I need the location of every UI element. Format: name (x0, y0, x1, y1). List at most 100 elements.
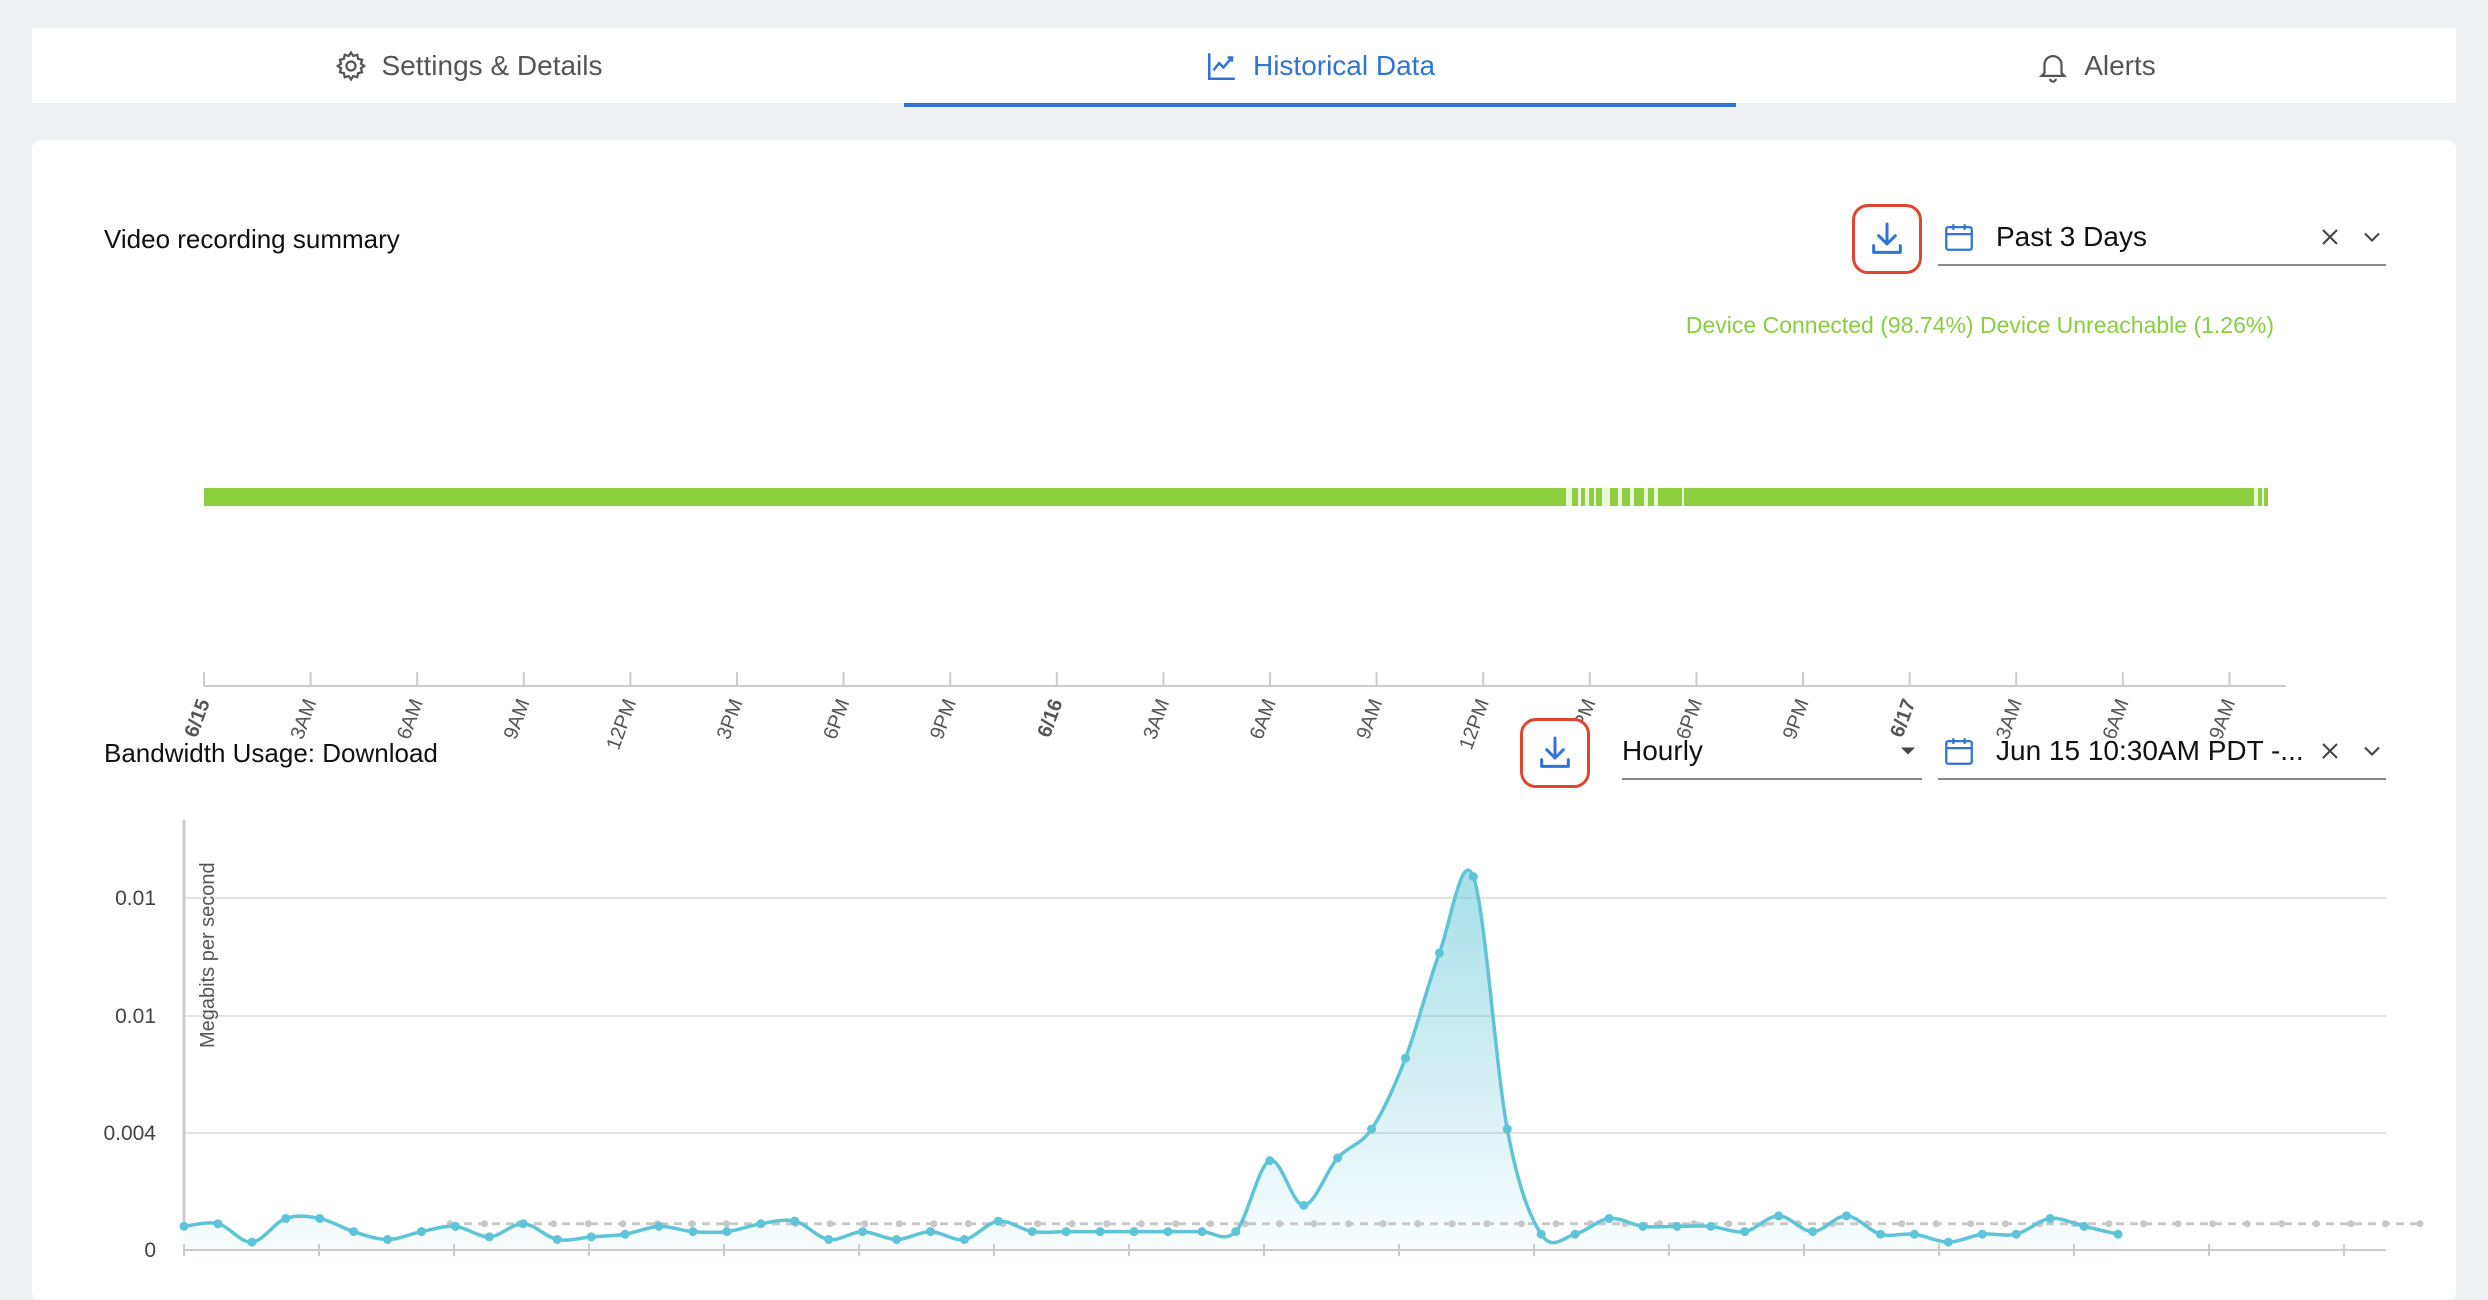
data-point (1027, 1227, 1037, 1237)
data-point (484, 1232, 494, 1242)
data-point (1129, 1227, 1139, 1237)
data-point (1468, 872, 1478, 882)
unreachable-segment (1654, 488, 1658, 506)
data-point (2113, 1229, 2123, 1239)
data-point (1400, 1053, 1410, 1063)
baseline-point (584, 1220, 592, 1228)
baseline-point (1345, 1220, 1353, 1228)
unreachable-segment (1566, 488, 1572, 506)
baseline-point (1448, 1220, 1456, 1228)
baseline-point (1517, 1220, 1525, 1228)
data-point (1909, 1229, 1919, 1239)
data-point (993, 1216, 1003, 1226)
baseline-point (2243, 1220, 2251, 1228)
tab-alerts[interactable]: Alerts (1736, 28, 2456, 103)
baseline-point (1379, 1220, 1387, 1228)
y-axis-label: Megabits per second (197, 862, 219, 1048)
recording-range-value: Past 3 Days (1996, 221, 2147, 252)
data-point (756, 1219, 766, 1229)
bell-icon (2039, 54, 2068, 83)
baseline-point (1034, 1220, 1042, 1228)
data-point (1672, 1221, 1682, 1231)
tab-settings-details[interactable]: Settings & Details (32, 28, 904, 103)
caret-down-icon (1901, 747, 1915, 755)
recording-download-button[interactable] (1852, 204, 1922, 274)
y-tick-labels: 0 0.004 0.01 0.01 (103, 887, 156, 1262)
y-tick-label: 0 (144, 1239, 156, 1262)
data-point (1502, 1124, 1512, 1134)
baseline-point (2140, 1220, 2148, 1228)
baseline-point (930, 1220, 938, 1228)
baseline-point (895, 1220, 903, 1228)
tab-historical-data[interactable]: Historical Data (904, 28, 1736, 107)
baseline-point (1206, 1220, 1214, 1228)
data-point (518, 1219, 528, 1229)
data-point (281, 1213, 291, 1223)
data-point (417, 1227, 427, 1237)
interval-value: Hourly (1622, 735, 1703, 766)
clear-icon[interactable] (2316, 223, 2344, 251)
recording-summary-title: Video recording summary (104, 224, 400, 254)
tab-label: Alerts (2084, 49, 2156, 81)
data-point (213, 1219, 223, 1229)
timeline-tick-label: 3AM (1139, 696, 1174, 742)
baseline-point (2001, 1220, 2009, 1228)
unreachable-segment (1682, 488, 1684, 506)
baseline-point (2312, 1220, 2320, 1228)
unreachable-segment (1585, 488, 1589, 506)
bandwidth-download-button[interactable] (1520, 718, 1590, 788)
data-point (1367, 1124, 1377, 1134)
data-point (2045, 1213, 2055, 1223)
baseline-point (2209, 1220, 2217, 1228)
baseline-point (2174, 1220, 2182, 1228)
y-tick-label: 0.01 (115, 887, 156, 910)
data-point (1943, 1237, 1953, 1247)
data-point (450, 1221, 460, 1231)
download-icon (1872, 222, 1902, 254)
baseline-point (826, 1220, 834, 1228)
data-point (1231, 1227, 1241, 1237)
y-tick-label: 0.004 (103, 1122, 156, 1145)
clear-icon[interactable] (2316, 737, 2344, 765)
timeline-tick-label: 12PM (603, 696, 642, 753)
data-point (1977, 1229, 1987, 1239)
recording-range-select[interactable]: Past 3 Days (1938, 210, 2386, 266)
data-point (858, 1227, 868, 1237)
unreachable-segment (2254, 488, 2258, 506)
data-point (790, 1216, 800, 1226)
baseline-point (1275, 1220, 1283, 1228)
data-point (1875, 1229, 1885, 1239)
timeline-tick-label: 9AM (500, 696, 535, 742)
data-point (1434, 948, 1444, 958)
data-point (2011, 1229, 2021, 1239)
chevron-down-icon[interactable] (2358, 223, 2386, 251)
data-point (1774, 1211, 1784, 1221)
data-point (1740, 1227, 1750, 1237)
connected-bar (204, 488, 2268, 506)
timeline-tick-label: 9PM (926, 696, 961, 742)
bandwidth-range-select[interactable]: Jun 15 10:30AM PDT -... (1938, 724, 2386, 780)
data-point (1197, 1227, 1207, 1237)
data-point (1638, 1221, 1648, 1231)
tab-label: Historical Data (1252, 49, 1436, 81)
data-point (2079, 1221, 2089, 1231)
baseline-point (2105, 1220, 2113, 1228)
baseline-point (722, 1220, 730, 1228)
series-area (184, 870, 2118, 1250)
unreachable-segment (1594, 488, 1596, 506)
baseline-point (1137, 1220, 1145, 1228)
data-point (1333, 1153, 1343, 1163)
unreachable-segment (1618, 488, 1622, 506)
data-point (824, 1234, 834, 1244)
tab-label: Settings & Details (381, 49, 603, 81)
gear-icon (335, 49, 366, 82)
series-line-download (183, 868, 2119, 1245)
baseline-point (1310, 1220, 1318, 1228)
data-point (247, 1237, 257, 1247)
chevron-down-icon[interactable] (2358, 737, 2386, 765)
baseline-point (964, 1220, 972, 1228)
data-point (1842, 1211, 1852, 1221)
data-point (1808, 1227, 1818, 1237)
unreachable-segment (1630, 488, 1634, 506)
interval-select[interactable]: Hourly (1622, 724, 1922, 780)
